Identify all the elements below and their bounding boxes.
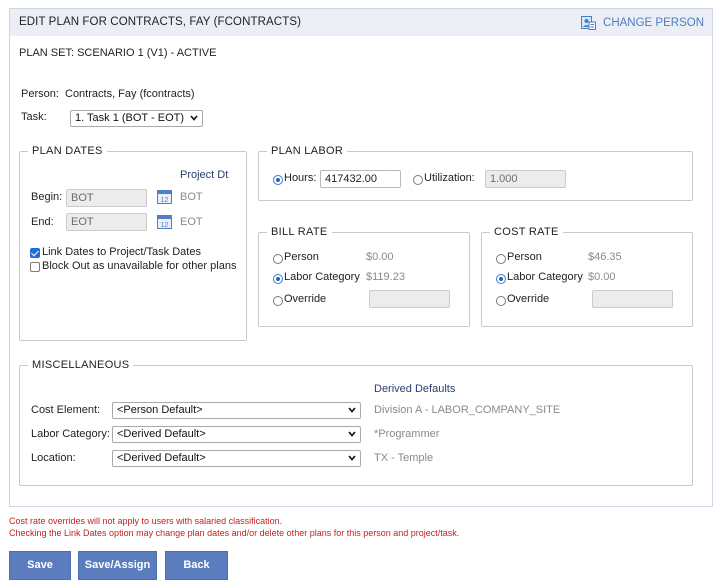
cost-rate-person-label: Person [507,251,542,263]
location-derived: TX - Temple [374,452,434,464]
block-out-label: Block Out as unavailable for other plans [42,260,237,272]
end-date-input[interactable] [66,213,147,231]
plan-dates-legend: PLAN DATES [32,145,103,157]
cost-rate-override-label: Override [507,293,550,305]
cost-rate-legend: COST RATE [494,226,559,238]
svg-text:12: 12 [161,197,169,204]
change-person-label: CHANGE PERSON [603,16,704,29]
task-label: Task: [21,111,47,123]
save-button[interactable]: Save [9,551,71,580]
end-project-date: EOT [180,216,203,228]
cost-element-select-value: <Person Default> [117,404,203,416]
cost-element-select[interactable]: <Person Default> [112,402,361,419]
warning-note: Cost rate overrides will not apply to us… [9,516,283,526]
bill-rate-person-value: $0.00 [366,251,394,263]
miscellaneous-legend: MISCELLANEOUS [32,359,130,371]
hours-input[interactable] [320,170,401,188]
plan-set-label: PLAN SET: SCENARIO 1 (V1) - ACTIVE [19,47,217,59]
change-person-link[interactable]: CHANGE PERSON [581,15,704,30]
cost-element-label: Cost Element: [31,404,101,416]
cost-rate-labor-category-value: $0.00 [588,271,616,283]
cost-element-derived: Division A - LABOR_COMPANY_SITE [374,404,561,416]
location-select-value: <Derived Default> [117,452,206,464]
bill-rate-person-radio[interactable] [273,254,283,264]
location-label: Location: [31,452,76,464]
bill-rate-labor-category-radio[interactable] [273,274,283,284]
warning-note: Checking the Link Dates option may chang… [9,528,460,538]
block-out-checkbox[interactable] [30,262,40,272]
chevron-down-icon [348,407,356,413]
end-label: End: [31,216,54,228]
cost-rate-person-value: $46.35 [588,251,622,263]
cost-rate-labor-category-radio[interactable] [496,274,506,284]
link-dates-label: Link Dates to Project/Task Dates [42,246,201,258]
bill-rate-labor-category-value: $119.23 [366,271,405,283]
project-dt-header: Project Dt [180,169,229,181]
labor-category-derived: *Programmer [374,428,440,440]
hours-label: Hours: [284,172,317,184]
bill-rate-override-input[interactable] [369,290,450,308]
bill-rate-legend: BILL RATE [271,226,328,238]
chevron-down-icon [348,431,356,437]
hours-radio[interactable] [273,175,283,185]
cost-rate-labor-category-label: Labor Category [507,271,583,283]
person-value: Contracts, Fay (fcontracts) [65,88,195,100]
bill-rate-person-label: Person [284,251,319,263]
calendar-icon[interactable]: 12 [157,189,172,204]
bill-rate-labor-category-label: Labor Category [284,271,360,283]
save-assign-button[interactable]: Save/Assign [78,551,157,580]
bill-rate-override-label: Override [284,293,327,305]
task-select[interactable]: 1. Task 1 (BOT - EOT) [70,110,203,127]
begin-date-input[interactable] [66,189,147,207]
location-select[interactable]: <Derived Default> [112,450,361,467]
begin-project-date: BOT [180,191,203,203]
cost-rate-person-radio[interactable] [496,254,506,264]
link-dates-checkbox[interactable] [30,248,40,258]
labor-category-select[interactable]: <Derived Default> [112,426,361,443]
person-card-icon [581,15,597,30]
begin-label: Begin: [31,191,63,203]
bill-rate-override-radio[interactable] [273,296,283,306]
labor-category-select-value: <Derived Default> [117,428,206,440]
chevron-down-icon [190,115,198,121]
labor-category-label: Labor Category: [31,428,110,440]
person-label: Person: [21,88,59,100]
utilization-label: Utilization: [424,172,475,184]
back-button[interactable]: Back [165,551,228,580]
page-header: EDIT PLAN FOR CONTRACTS, FAY (FCONTRACTS… [9,8,713,37]
cost-rate-override-radio[interactable] [496,296,506,306]
calendar-icon[interactable]: 12 [157,214,172,229]
task-select-value: 1. Task 1 (BOT - EOT) [75,112,185,124]
chevron-down-icon [348,455,356,461]
page-title: EDIT PLAN FOR CONTRACTS, FAY (FCONTRACTS… [19,16,302,28]
derived-defaults-header: Derived Defaults [374,383,456,395]
utilization-radio[interactable] [413,175,423,185]
utilization-input[interactable] [485,170,566,188]
plan-labor-legend: PLAN LABOR [271,145,344,157]
svg-text:12: 12 [161,222,169,229]
cost-rate-override-input[interactable] [592,290,673,308]
